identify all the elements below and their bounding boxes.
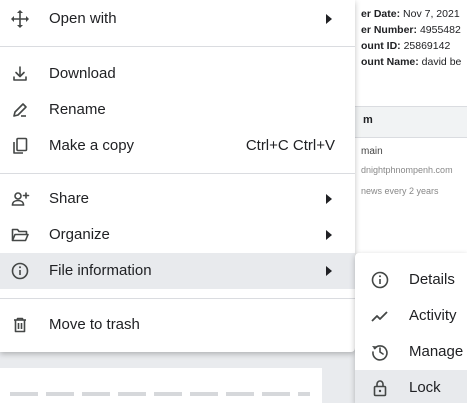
menu-item-make-copy[interactable]: Make a copy Ctrl+C Ctrl+V (0, 128, 355, 164)
download-icon (10, 64, 30, 84)
separator (0, 298, 355, 299)
page: er Date: Nov 7, 2021 er Number: 4955482 … (0, 0, 467, 403)
copy-icon (10, 136, 30, 156)
renewal-note: news every 2 years (361, 186, 439, 196)
menu-item-file-information[interactable]: File information (0, 253, 355, 289)
submenu-item-activity[interactable]: Activity (355, 298, 467, 334)
trash-icon (10, 315, 30, 335)
order-date-line: er Date: Nov 7, 2021 (361, 8, 460, 20)
context-menu: Open with Download Rename Make a copy Ct… (0, 0, 355, 352)
submenu-item-manage[interactable]: Manage (355, 334, 467, 370)
menu-item-label: Rename (49, 101, 106, 118)
menu-item-organize[interactable]: Organize (0, 217, 355, 253)
chevron-right-icon (326, 266, 332, 276)
chevron-right-icon (326, 194, 332, 204)
info-icon (370, 270, 390, 290)
submenu-item-label: Manage (409, 343, 464, 360)
separator (0, 46, 355, 47)
menu-item-rename[interactable]: Rename (0, 92, 355, 128)
menu-item-label: Make a copy (49, 137, 135, 154)
table-header-text: m (363, 114, 373, 126)
submenu-item-label: Lock (409, 379, 441, 396)
menu-item-label: Organize (49, 226, 110, 243)
menu-item-label: Move to trash (49, 316, 140, 333)
person-add-icon (10, 189, 30, 209)
submenu-item-details[interactable]: Details (355, 262, 467, 298)
move-arrows-icon (10, 9, 30, 29)
menu-item-label: File information (49, 262, 152, 279)
domain-value: dnightphnompenh.com (361, 165, 453, 175)
lock-icon (370, 378, 390, 398)
submenu-item-label: Activity (409, 307, 457, 324)
menu-item-open-with[interactable]: Open with (0, 1, 355, 37)
menu-item-label: Download (49, 65, 116, 82)
folder-open-icon (10, 225, 30, 245)
menu-item-download[interactable]: Download (0, 56, 355, 92)
submenu-item-lock[interactable]: Lock (355, 370, 467, 403)
chevron-right-icon (326, 230, 332, 240)
domain-label: main (361, 146, 383, 157)
pencil-icon (10, 100, 30, 120)
shortcut-hint: Ctrl+C Ctrl+V (245, 137, 335, 154)
info-icon (10, 261, 30, 281)
submenu-item-label: Details (409, 271, 455, 288)
order-number-line: er Number: 4955482 (361, 24, 461, 36)
menu-item-label: Share (49, 190, 90, 207)
account-id-line: ount ID: 25869142 (361, 40, 451, 52)
blurred-text (10, 392, 310, 396)
menu-item-share[interactable]: Share (0, 181, 355, 217)
history-icon (370, 342, 390, 362)
bottom-card (0, 368, 322, 403)
menu-item-label: Open with (49, 10, 117, 27)
chevron-right-icon (326, 14, 332, 24)
menu-item-move-to-trash[interactable]: Move to trash (0, 307, 355, 343)
file-information-submenu: Details Activity Manage Lock (355, 253, 467, 403)
trend-line-icon (370, 306, 390, 326)
account-name-line: ount Name: david be (361, 56, 462, 68)
separator (0, 173, 355, 174)
